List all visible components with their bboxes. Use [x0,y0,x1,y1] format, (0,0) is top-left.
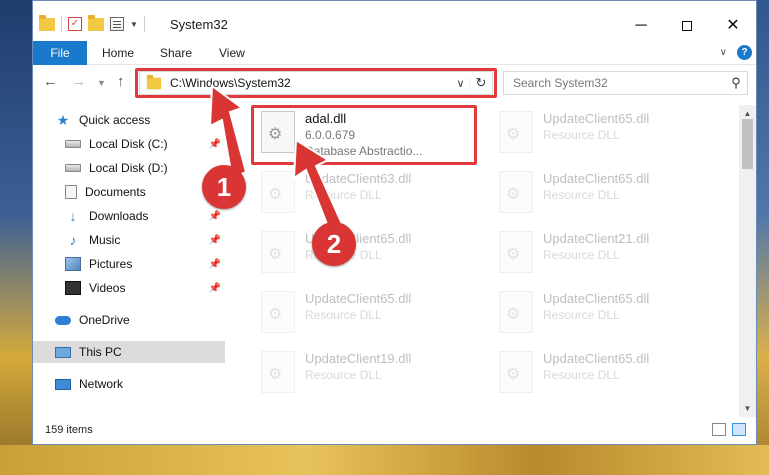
step-2-badge: 2 [312,222,356,266]
step-1-badge: 1 [202,165,246,209]
annotation-arrows [208,84,344,234]
arrow-2 [292,138,344,234]
arrow-1 [208,84,248,180]
